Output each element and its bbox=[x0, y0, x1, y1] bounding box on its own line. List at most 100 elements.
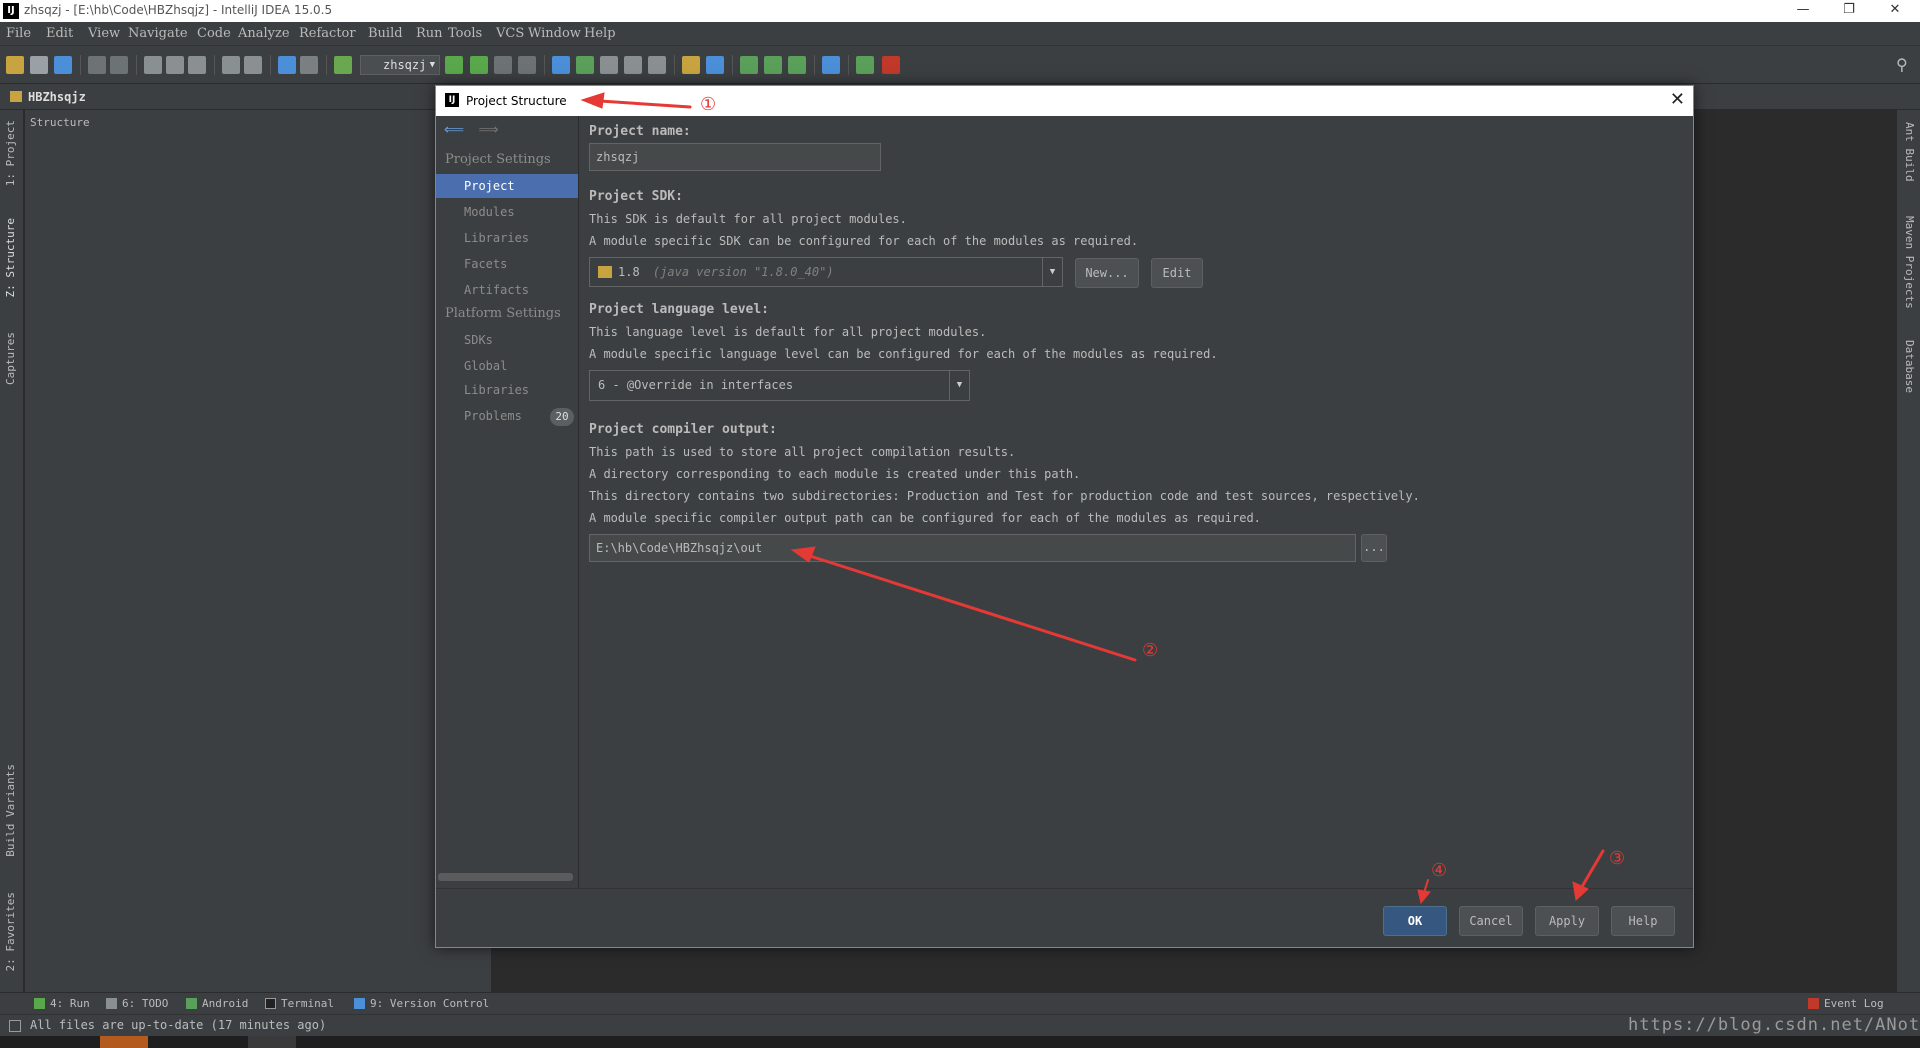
project-sdk-select[interactable]: 1.8 (java version "1.8.0_40") ▼ bbox=[589, 257, 1063, 287]
sdk-edit-button[interactable]: Edit bbox=[1151, 258, 1203, 288]
annotation-label-4: ④ bbox=[1431, 860, 1448, 881]
minimize-button[interactable]: — bbox=[1780, 0, 1826, 22]
main-toolbar: zhsqzj ▼ ⚲ bbox=[0, 46, 1920, 84]
tab-build-variants[interactable]: Build Variants bbox=[4, 764, 17, 857]
close-window-button[interactable]: ✕ bbox=[1872, 0, 1918, 22]
forward-arrow-icon[interactable]: ⟹ bbox=[479, 122, 499, 138]
vcs-revert-icon[interactable] bbox=[648, 56, 666, 74]
menu-run[interactable]: Run bbox=[416, 26, 443, 41]
android-monitor-icon[interactable] bbox=[788, 56, 806, 74]
redo-icon[interactable] bbox=[110, 56, 128, 74]
menu-analyze[interactable]: Analyze bbox=[238, 26, 290, 41]
run-configuration-select[interactable]: zhsqzj ▼ bbox=[360, 55, 440, 75]
status-toggle-icon[interactable] bbox=[9, 1020, 21, 1032]
avd-manager-icon[interactable] bbox=[740, 56, 758, 74]
tab-terminal[interactable]: Terminal bbox=[265, 997, 334, 1010]
tab-maven-projects[interactable]: Maven Projects bbox=[1903, 216, 1916, 309]
menu-vcs[interactable]: VCS bbox=[496, 26, 524, 41]
nav-item-project[interactable]: Project bbox=[436, 174, 578, 198]
language-level-select[interactable]: 6 - @Override in interfaces ▼ bbox=[589, 370, 970, 401]
tab-captures[interactable]: Captures bbox=[4, 332, 17, 385]
toolbar-separator bbox=[732, 55, 733, 75]
vcs-update-icon[interactable] bbox=[552, 56, 570, 74]
vcs-history-icon[interactable] bbox=[624, 56, 642, 74]
search-everywhere-icon[interactable]: ⚲ bbox=[1896, 55, 1908, 74]
menu-navigate[interactable]: Navigate bbox=[128, 26, 188, 41]
tab-database[interactable]: Database bbox=[1903, 340, 1916, 393]
language-level-description-1: This language level is default for all p… bbox=[589, 325, 987, 339]
sdk-manager-icon[interactable] bbox=[764, 56, 782, 74]
open-folder-icon[interactable] bbox=[6, 56, 24, 74]
project-structure-icon[interactable] bbox=[706, 56, 724, 74]
settings-icon[interactable] bbox=[682, 56, 700, 74]
tab-todo[interactable]: 6: TODO bbox=[106, 997, 168, 1010]
project-name-input[interactable]: zhsqzj bbox=[589, 143, 881, 171]
paste-icon[interactable] bbox=[188, 56, 206, 74]
cut-icon[interactable] bbox=[144, 56, 162, 74]
menu-view[interactable]: View bbox=[88, 26, 120, 41]
replace-icon[interactable] bbox=[244, 56, 262, 74]
tab-android[interactable]: Android bbox=[186, 997, 248, 1010]
find-icon[interactable] bbox=[222, 56, 240, 74]
back-icon[interactable] bbox=[278, 56, 296, 74]
help-button[interactable]: Help bbox=[1611, 906, 1675, 936]
project-structure-dialog: IJ Project Structure ✕ ⟸ ⟹ Project Setti… bbox=[435, 85, 1694, 948]
nav-item-sdks[interactable]: SDKs bbox=[436, 328, 578, 352]
menu-help[interactable]: Help bbox=[584, 26, 616, 41]
menu-build[interactable]: Build bbox=[368, 26, 403, 41]
breadcrumb[interactable]: HBZhsqjz bbox=[8, 88, 92, 106]
menu-tools[interactable]: Tools bbox=[448, 26, 482, 41]
vcs-commit-icon[interactable] bbox=[576, 56, 594, 74]
annotation-label-2: ② bbox=[1142, 640, 1159, 661]
dialog-footer: OK Cancel Apply Help bbox=[436, 888, 1693, 948]
apply-button[interactable]: Apply bbox=[1535, 906, 1599, 936]
undo-icon[interactable] bbox=[88, 56, 106, 74]
browse-button[interactable]: ... bbox=[1361, 534, 1387, 562]
device-icon[interactable] bbox=[882, 56, 900, 74]
tab-structure[interactable]: Z: Structure bbox=[4, 218, 17, 297]
nav-item-global-libraries[interactable]: Global Libraries bbox=[436, 354, 578, 397]
nav-item-modules[interactable]: Modules bbox=[436, 200, 578, 224]
tab-favorites[interactable]: 2: Favorites bbox=[4, 892, 17, 971]
back-arrow-icon[interactable]: ⟸ bbox=[444, 122, 464, 138]
make-project-icon[interactable] bbox=[334, 56, 352, 74]
tab-project[interactable]: 1: Project bbox=[4, 120, 17, 186]
menu-code[interactable]: Code bbox=[197, 26, 231, 41]
run-icon[interactable] bbox=[445, 56, 463, 74]
sync-icon[interactable] bbox=[54, 56, 72, 74]
cancel-button[interactable]: Cancel bbox=[1459, 906, 1523, 936]
dialog-navigation: ⟸ ⟹ Project Settings Project Modules Lib… bbox=[436, 116, 579, 888]
tool-icon[interactable] bbox=[856, 56, 874, 74]
restore-button[interactable]: ❐ bbox=[1826, 0, 1872, 22]
nav-item-artifacts[interactable]: Artifacts bbox=[436, 278, 578, 302]
nav-scrollbar[interactable] bbox=[438, 873, 573, 881]
menu-window[interactable]: Window bbox=[528, 26, 581, 41]
chevron-down-icon: ▼ bbox=[1042, 258, 1062, 286]
sdk-new-button[interactable]: New... bbox=[1075, 258, 1139, 288]
save-icon[interactable] bbox=[30, 56, 48, 74]
close-icon[interactable]: ✕ bbox=[1670, 90, 1685, 110]
problems-label: Problems bbox=[464, 409, 522, 423]
taskbar-item[interactable] bbox=[100, 1036, 148, 1048]
help-icon[interactable] bbox=[822, 56, 840, 74]
tab-ant-build[interactable]: Ant Build bbox=[1903, 122, 1916, 182]
nav-item-facets[interactable]: Facets bbox=[436, 252, 578, 276]
vcs-compare-icon[interactable] bbox=[600, 56, 618, 74]
copy-icon[interactable] bbox=[166, 56, 184, 74]
compiler-output-path-input[interactable]: E:\hb\Code\HBZhsqjz\out bbox=[589, 534, 1356, 562]
tab-run[interactable]: 4: Run bbox=[34, 997, 90, 1010]
menu-file[interactable]: File bbox=[6, 26, 31, 41]
stop-icon[interactable] bbox=[518, 56, 536, 74]
ok-button[interactable]: OK bbox=[1383, 906, 1447, 936]
coverage-icon[interactable] bbox=[494, 56, 512, 74]
debug-icon[interactable] bbox=[470, 56, 488, 74]
menu-edit[interactable]: Edit bbox=[46, 26, 73, 41]
menu-refactor[interactable]: Refactor bbox=[299, 26, 356, 41]
forward-icon[interactable] bbox=[300, 56, 318, 74]
tab-version-control[interactable]: 9: Version Control bbox=[354, 997, 489, 1010]
taskbar-item[interactable] bbox=[248, 1036, 296, 1048]
nav-item-problems[interactable]: Problems 20 bbox=[436, 404, 578, 428]
left-tool-strip: 1: Project Z: Structure Captures Build V… bbox=[0, 110, 24, 992]
nav-item-libraries[interactable]: Libraries bbox=[436, 226, 578, 250]
tab-event-log[interactable]: Event Log bbox=[1808, 997, 1884, 1010]
